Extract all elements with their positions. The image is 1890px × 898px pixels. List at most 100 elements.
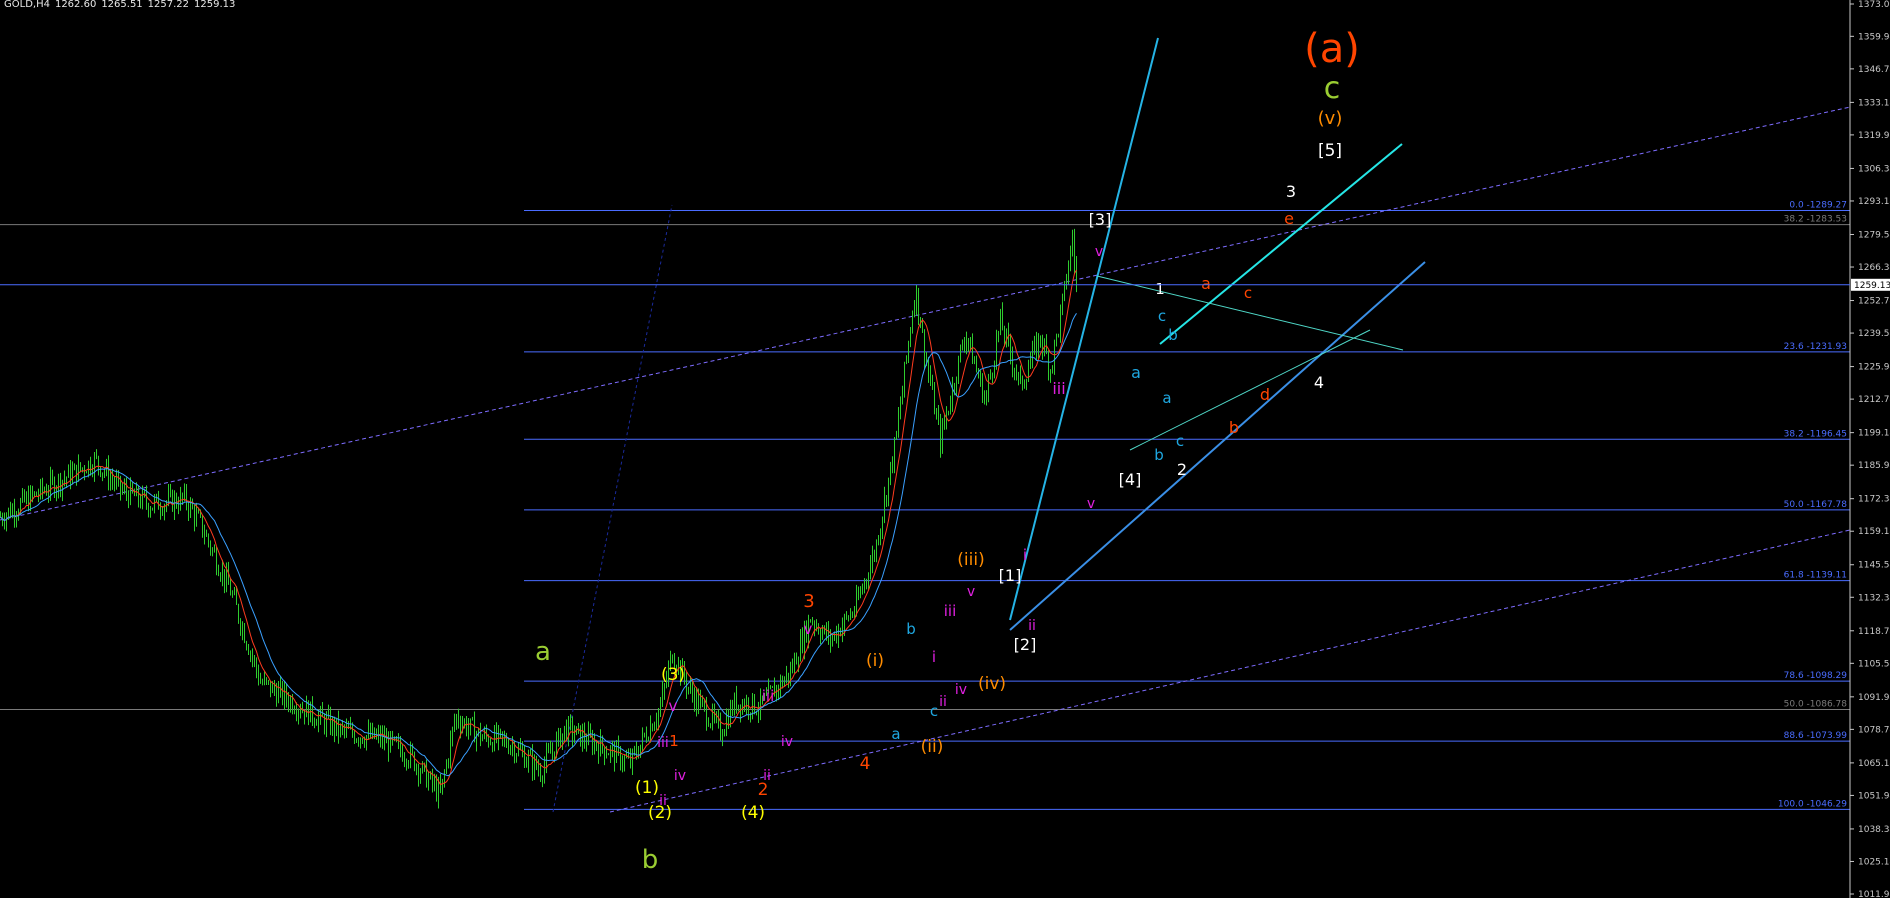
wave-label: v xyxy=(967,584,975,600)
fib-level-label: 0.0 -1289.27 xyxy=(1789,201,1847,211)
fib-level-label: 23.6 -1231.93 xyxy=(1784,342,1847,352)
wave-label: 4 xyxy=(860,754,871,774)
wave-label: iv xyxy=(955,682,967,698)
axis-tick-label: 1346.74 xyxy=(1858,65,1890,75)
wave-label: v xyxy=(669,697,678,715)
lower-dashed-channel xyxy=(609,529,1851,813)
wave-label: a xyxy=(891,725,900,743)
wave-label: (i) xyxy=(866,651,884,671)
wave-label: 4 xyxy=(1314,373,1324,392)
fib-level-label: 38.2 -1196.45 xyxy=(1784,429,1847,439)
wave-label: (iv) xyxy=(978,674,1006,694)
wave-label: b xyxy=(1168,326,1178,344)
fibonacci-levels: 0.0 -1289.2738.2 -1283.5323.6 -1231.9338… xyxy=(0,201,1850,810)
wave-label: (2) xyxy=(648,803,672,823)
chart-header: GOLD,H4 1262.60 1265.51 1257.22 1259.13 xyxy=(4,0,240,10)
axis-tick-label: 1118.74 xyxy=(1858,627,1890,637)
wave-label: 1 xyxy=(669,732,679,750)
wave-label: a xyxy=(1131,363,1141,382)
wave-label: c xyxy=(930,702,938,720)
wave-labels: (a)c(v)[5]3e[3]v1 a ccbaaiiicb2db4[4]v(iii… xyxy=(535,26,1360,875)
impulse-trend-line xyxy=(1009,37,1159,621)
wave-label: (iii) xyxy=(957,550,984,570)
axis-tick-label: 1359.94 xyxy=(1858,32,1890,42)
wave-label: 1 xyxy=(1155,280,1165,298)
wave-label: c xyxy=(1244,284,1252,302)
axis-tick-label: 1091.94 xyxy=(1858,693,1890,703)
wave-label: c xyxy=(1158,307,1166,325)
wave-label: 3 xyxy=(803,591,814,612)
wave-label: d xyxy=(1260,385,1270,404)
wave-label: [1] xyxy=(999,566,1022,585)
wave-label: i xyxy=(1023,546,1027,564)
wave-label: iv xyxy=(674,768,686,784)
axis-tick-label: 1159.14 xyxy=(1858,527,1890,537)
wave-label: b xyxy=(1229,418,1239,437)
wave-label: iii xyxy=(657,735,669,751)
wave-label: 3 xyxy=(1286,182,1296,201)
high-value: 1265.51 xyxy=(101,0,143,10)
axis-tick-label: 1252.74 xyxy=(1858,297,1890,307)
fib-level-label: 50.0 -1086.78 xyxy=(1784,700,1848,710)
slow-moving-average xyxy=(0,313,1077,777)
low-value: 1257.22 xyxy=(147,0,190,10)
current-price-label: 1259.13 xyxy=(1854,281,1890,291)
trend-lines xyxy=(0,37,1851,813)
wave-label: c xyxy=(1324,71,1341,106)
fib-level-label: 38.2 -1283.53 xyxy=(1784,215,1847,225)
fast-moving-average xyxy=(0,269,1077,786)
price-chart[interactable]: 0.0 -1289.2738.2 -1283.5323.6 -1231.9338… xyxy=(0,0,1890,898)
axis-tick-label: 1105.54 xyxy=(1858,659,1890,669)
wave-label: e xyxy=(1284,209,1294,228)
wave-label: iii xyxy=(762,687,775,705)
axis-tick-label: 1293.14 xyxy=(1858,197,1890,207)
axis-tick-label: 1266.34 xyxy=(1858,263,1890,273)
wave-label: a xyxy=(1162,389,1171,407)
axis-tick-label: 1185.94 xyxy=(1858,461,1890,471)
wave-label: [3] xyxy=(1089,210,1112,229)
wave-label: 2 xyxy=(758,780,769,800)
axis-tick-label: 1172.34 xyxy=(1858,495,1890,505)
symbol-label: GOLD,H4 xyxy=(4,0,50,10)
axis-tick-label: 1065.14 xyxy=(1858,759,1890,769)
fib-level-label: 100.0 -1046.29 xyxy=(1778,799,1847,809)
axis-tick-label: 1279.54 xyxy=(1858,230,1890,240)
wave-label: (1) xyxy=(635,778,659,798)
close-value: 1259.13 xyxy=(194,0,236,10)
lower-wedge-line xyxy=(1009,261,1426,631)
axis-tick-label: 1333.14 xyxy=(1858,98,1890,108)
wave-label: v xyxy=(1087,496,1095,512)
wave-label: (ii) xyxy=(921,737,944,757)
wave-label: ii xyxy=(939,694,947,710)
candles xyxy=(0,228,1077,809)
wave-label: b xyxy=(906,620,916,638)
wave-label: c xyxy=(1176,432,1184,450)
wave-label: v xyxy=(804,620,813,638)
wave-label: v xyxy=(1095,244,1103,260)
price-axis: 1373.06 1359.94 1346.74 1333.14 1319.95 1306.… xyxy=(0,0,1890,898)
axis-tick-label: 1212.74 xyxy=(1858,395,1890,405)
wave-label: (3) xyxy=(661,665,685,685)
wave-label: ii xyxy=(1028,618,1036,634)
axis-tick-label: 1145.54 xyxy=(1858,561,1890,571)
axis-tick-label: 1025.14 xyxy=(1858,857,1890,867)
wave-label: 2 xyxy=(1177,460,1187,479)
wave-label: b xyxy=(642,845,659,875)
wave-label: [5] xyxy=(1318,141,1342,161)
fib-level-label: 50.0 -1167.78 xyxy=(1784,500,1848,510)
upper-dashed-channel xyxy=(0,106,1851,521)
wave-label: iii xyxy=(1052,379,1065,398)
wave-label: b xyxy=(1154,446,1164,464)
wave-label: [2] xyxy=(1014,635,1037,654)
wave-label: [4] xyxy=(1119,470,1142,489)
wave-label: (4) xyxy=(741,803,765,823)
axis-tick-label: 1319.95 xyxy=(1858,131,1890,141)
fib-level-label: 88.6 -1073.99 xyxy=(1784,731,1848,741)
axis-tick-label: 1373.06 xyxy=(1858,0,1890,10)
wave-label: a xyxy=(1201,274,1211,293)
wave-label: (v) xyxy=(1318,108,1343,129)
axis-tick-label: 1239.54 xyxy=(1858,329,1890,339)
wave-label: iv xyxy=(781,734,793,750)
axis-tick-label: 1051.94 xyxy=(1858,791,1890,801)
axis-tick-label: 1225.94 xyxy=(1858,363,1890,373)
